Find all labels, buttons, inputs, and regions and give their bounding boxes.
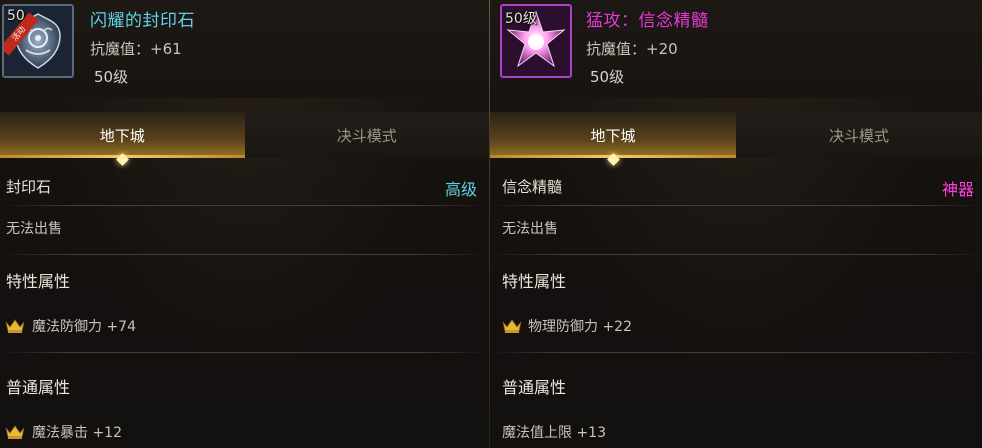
tab-dungeon[interactable]: 地下城: [490, 112, 736, 166]
mode-tabs: 地下城 决斗模式: [0, 112, 489, 166]
item-grade: 神器: [941, 180, 974, 199]
item-header: 50 活动 闪耀的封印石 抗魔值：+61 50级: [0, 0, 489, 98]
item-header: 50级 猛攻：信念精髓 抗魔值：+20 50级: [490, 0, 982, 98]
normal-attribute-value: 魔法暴击 +12: [32, 425, 122, 441]
special-attributes-title: 特性属性: [6, 272, 71, 291]
normal-attributes-title: 普通属性: [502, 378, 567, 397]
tab-duel-mode-label: 决斗模式: [828, 126, 889, 145]
crown-icon: [5, 425, 25, 439]
active-tab-indicator: [116, 153, 130, 166]
no-sell-text: 无法出售: [6, 221, 62, 237]
tab-dungeon[interactable]: 地下城: [0, 112, 245, 166]
item-compare-view: 50 活动 闪耀的封印石 抗魔值：+61 50级 地下城 决斗模式 封印石 高级…: [0, 0, 982, 448]
tab-duel-mode-label: 决斗模式: [336, 126, 397, 145]
divider: [0, 205, 489, 206]
item-name: 猛攻：信念精髓: [586, 11, 709, 31]
item-category: 信念精髓: [502, 178, 563, 196]
icon-level-badge: 50级: [505, 11, 537, 27]
special-attribute-value: 物理防御力 +22: [528, 319, 632, 335]
divider: [490, 205, 982, 206]
normal-attribute-value: 魔法值上限 +13: [502, 425, 606, 441]
divider: [0, 254, 489, 255]
divider: [490, 352, 982, 353]
tab-duel-mode[interactable]: 决斗模式: [244, 112, 489, 158]
seal-stone-icon[interactable]: 50 活动: [2, 4, 74, 78]
crown-icon: [5, 319, 25, 333]
special-attributes-title: 特性属性: [502, 272, 567, 291]
tab-dungeon-label: 地下城: [99, 126, 145, 145]
magic-resist-stat: 抗魔值：+20: [586, 40, 678, 58]
item-grade: 高级: [444, 180, 477, 199]
tab-duel-mode[interactable]: 决斗模式: [736, 112, 982, 158]
divider: [490, 254, 982, 255]
item-tooltip-left: 50 活动 闪耀的封印石 抗魔值：+61 50级 地下城 决斗模式 封印石 高级…: [0, 0, 489, 448]
no-sell-text: 无法出售: [502, 221, 558, 237]
tab-dungeon-label: 地下城: [590, 126, 636, 145]
magic-resist-stat: 抗魔值：+61: [90, 40, 182, 58]
pink-star-essence-icon[interactable]: 50级: [500, 4, 572, 78]
mode-tabs: 地下城 决斗模式: [490, 112, 982, 166]
item-level: 50级: [590, 68, 625, 86]
active-tab-indicator: [607, 153, 620, 166]
item-name: 闪耀的封印石: [90, 11, 195, 31]
item-tooltip-right: 50级 猛攻：信念精髓 抗魔值：+20 50级 地下城 决斗模式 信念精髓 神器…: [490, 0, 982, 448]
divider: [0, 352, 489, 353]
normal-attributes-title: 普通属性: [6, 378, 71, 397]
crown-icon: [502, 319, 522, 333]
special-attribute-value: 魔法防御力 +74: [32, 319, 136, 335]
item-level: 50级: [94, 68, 129, 86]
item-category: 封印石: [6, 178, 52, 196]
